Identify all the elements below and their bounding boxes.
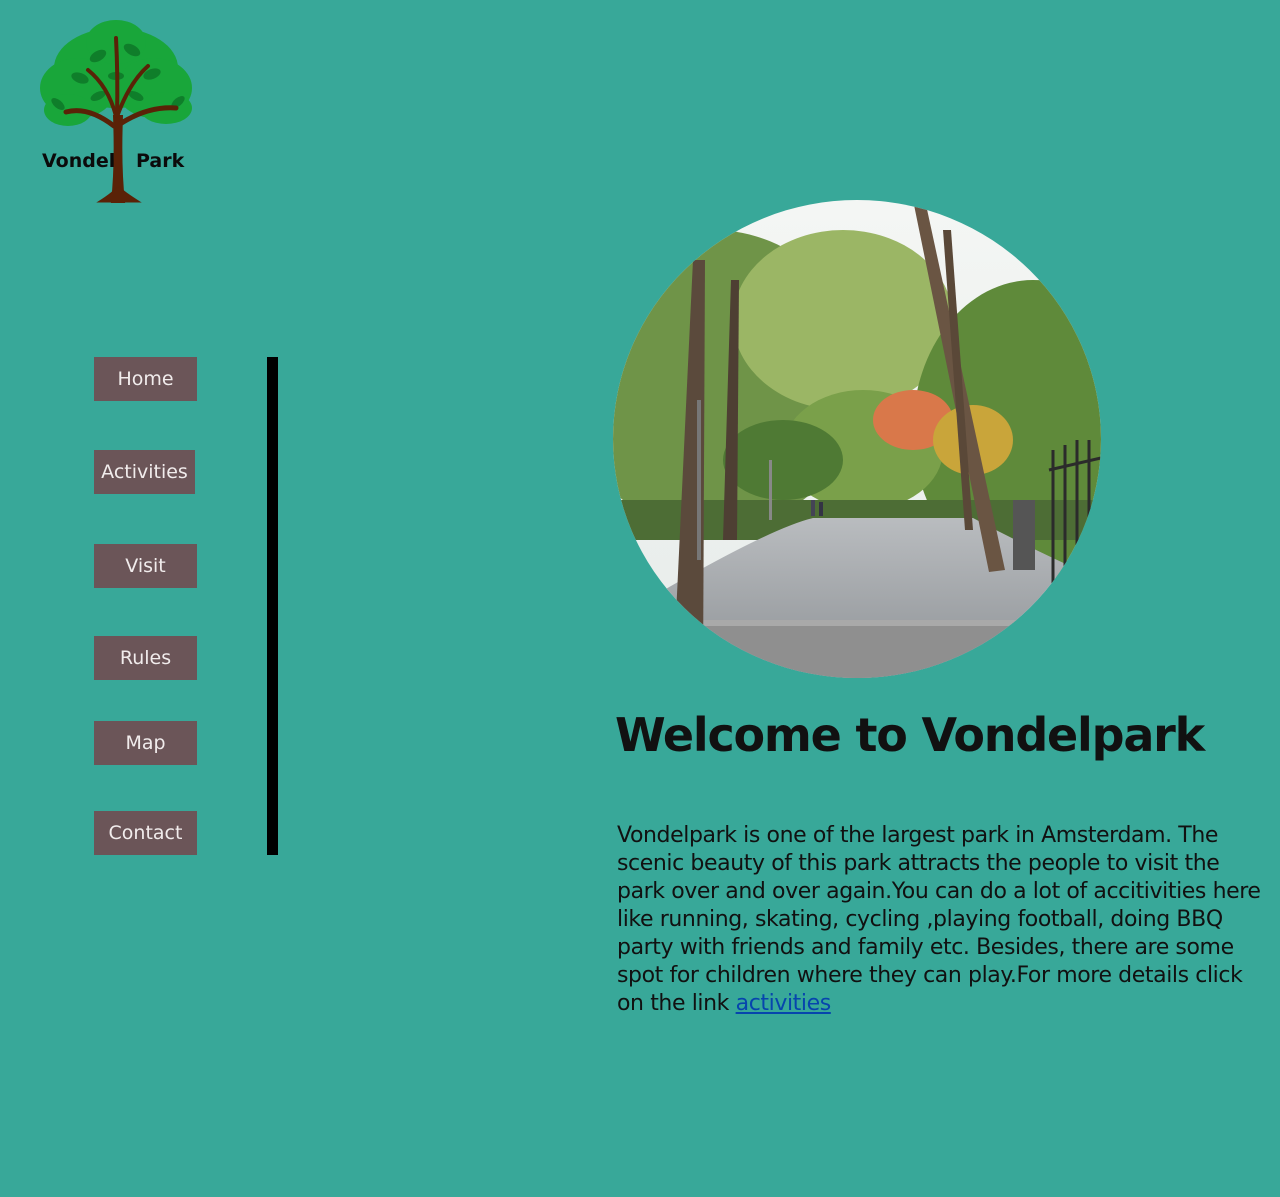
nav-divider <box>267 357 278 855</box>
nav-contact-button[interactable]: Contact <box>94 811 197 855</box>
vondelpark-logo[interactable]: Vondel Park <box>28 16 204 204</box>
intro-text: Vondelpark is one of the largest park in… <box>617 823 1261 1016</box>
park-photo <box>613 200 1101 678</box>
nav-map-button[interactable]: Map <box>94 721 197 765</box>
page: Vondel Park Home Activities Visit Rules … <box>0 0 1280 1197</box>
activities-link[interactable]: activities <box>736 991 832 1016</box>
nav-activities-button[interactable]: Activities <box>94 450 195 494</box>
logo-word-vondel: Vondel <box>42 150 116 172</box>
logo-word-park: Park <box>136 150 185 172</box>
nav-visit-button[interactable]: Visit <box>94 544 197 588</box>
tree-icon <box>40 20 192 203</box>
nav-rules-button[interactable]: Rules <box>94 636 197 680</box>
nav-home-button[interactable]: Home <box>94 357 197 401</box>
intro-paragraph: Vondelpark is one of the largest park in… <box>617 822 1267 1018</box>
page-title: Welcome to Vondelpark <box>615 708 1205 762</box>
